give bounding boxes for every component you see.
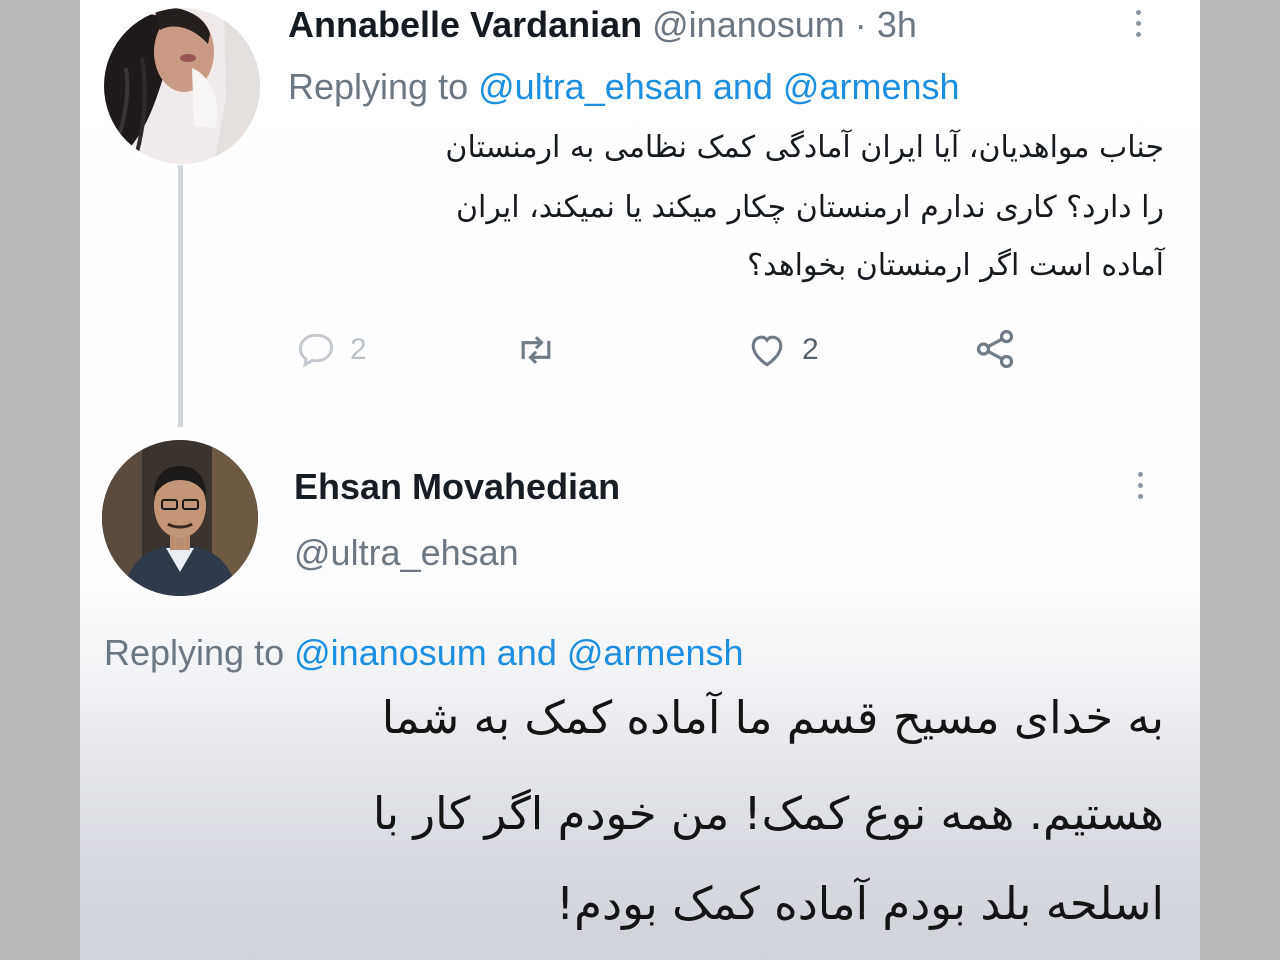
mention-link[interactable]: @armensh	[783, 66, 960, 107]
tweet1-header: Annabelle Vardanian @inanosum · 3h	[288, 4, 917, 46]
avatar-ehsan[interactable]	[102, 440, 258, 596]
tweet2-author-name[interactable]: Ehsan Movahedian	[294, 466, 620, 508]
avatar-photo	[104, 8, 260, 164]
avatar-annabelle[interactable]	[104, 8, 260, 164]
reply-button[interactable]: 2	[294, 328, 367, 372]
tweet1-timestamp[interactable]: 3h	[877, 4, 917, 45]
retweet-button[interactable]	[512, 328, 560, 372]
tweet1-body-line: آماده است اگر ارمنستان بخواهد؟	[747, 248, 1164, 283]
share-button[interactable]	[972, 326, 1018, 372]
tweet2-body-line: اسلحه بلد بودم آماده کمک بودم!	[556, 877, 1164, 930]
mention-link[interactable]: @ultra_ehsan	[478, 66, 703, 107]
tweet2-replying-to: Replying to @inanosum and @armensh	[104, 632, 743, 674]
tweet-thread-card: Annabelle Vardanian @inanosum · 3h Reply…	[80, 0, 1200, 960]
more-options-icon[interactable]	[1136, 10, 1141, 37]
mention-joiner: and	[712, 66, 773, 107]
avatar-photo	[102, 440, 258, 596]
tweet1-replying-to: Replying to @ultra_ehsan and @armensh	[288, 66, 960, 108]
replying-to-label: Replying to	[104, 632, 285, 673]
like-icon	[751, 335, 783, 367]
mention-link[interactable]: @inanosum	[294, 632, 487, 673]
reply-icon	[298, 333, 334, 368]
retweet-icon	[521, 336, 551, 364]
tweet1-separator: ·	[854, 4, 867, 45]
reply-count: 2	[350, 333, 367, 366]
tweet1-author-handle[interactable]: @inanosum	[652, 4, 845, 45]
replying-to-label: Replying to	[288, 66, 469, 107]
mention-joiner: and	[496, 632, 557, 673]
tweet1-body-line: را دارد؟ کاری ندارم ارمنستان چکار میکند …	[455, 190, 1164, 225]
share-icon	[976, 329, 1014, 369]
tweet2-body-line: هستیم. همه نوع کمک! من خودم اگر کار با	[372, 787, 1164, 840]
tweet1-author-name[interactable]: Annabelle Vardanian	[288, 4, 642, 45]
tweet1-body-line: جناب مواهدیان، آیا ایران آمادگی کمک نظام…	[445, 130, 1164, 165]
more-options-icon[interactable]	[1138, 472, 1143, 499]
like-count: 2	[802, 333, 819, 366]
mention-link[interactable]: @armensh	[567, 632, 744, 673]
tweet2-author-handle[interactable]: @ultra_ehsan	[294, 532, 519, 574]
tweet2-body-line: به خدای مسیح قسم ما آماده کمک به شما	[381, 691, 1164, 744]
thread-connector-line	[178, 165, 183, 427]
like-button[interactable]: 2	[744, 328, 819, 372]
